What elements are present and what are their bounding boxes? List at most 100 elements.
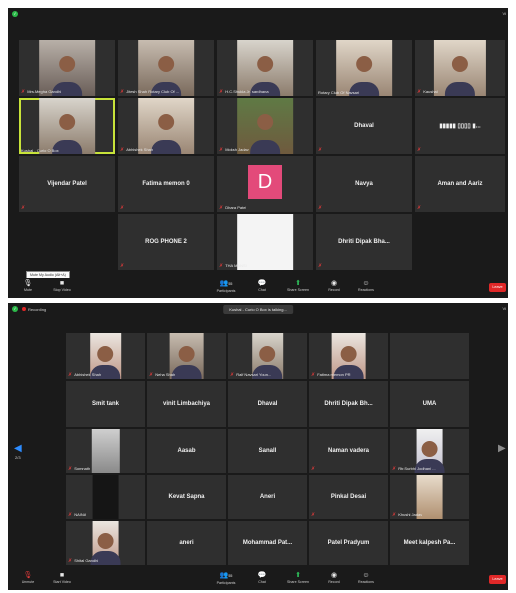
participants-button[interactable]: 👥55 Participants — [208, 279, 244, 293]
participant-name: Patel Pradyum — [327, 540, 370, 546]
unmute-button[interactable]: 🎙 Unmute — [10, 571, 46, 584]
share-screen-button[interactable]: ⬆ Share Screen — [280, 571, 316, 584]
mic-muted-icon: ✗ — [219, 263, 224, 269]
name-tile[interactable]: Kevat Sapna — [147, 475, 226, 519]
view-label: Vi — [502, 306, 506, 311]
video-tile[interactable]: ✗ Abhishek Shah — [66, 333, 145, 379]
name-tile[interactable]: Pinkal Desai ✗ — [309, 475, 388, 519]
participant-name: Dhaval — [257, 401, 278, 407]
recording-indicator[interactable]: Recording — [22, 307, 46, 312]
top-bar: ✓ Vi — [8, 8, 508, 24]
video-tile[interactable]: ✗ Jitesh Shah Rotary Club Of ... — [118, 40, 214, 96]
stop-video-button[interactable]: ■ Stop Video — [44, 279, 80, 292]
name-tile[interactable]: Fatima memon 0 ✗ — [118, 156, 214, 212]
participant-name: Dhriti Dipak Bh... — [324, 401, 373, 407]
mic-muted-icon: ✗ — [318, 205, 323, 211]
name-tile[interactable]: Aman and Aariz ✗ — [415, 156, 505, 212]
participant-face — [340, 345, 357, 362]
previous-page-icon[interactable]: ◀ — [14, 443, 22, 454]
name-tile[interactable]: Smit tank — [66, 381, 145, 427]
participants-icon: 👥55 — [219, 280, 233, 287]
video-tile[interactable]: Rotary Club Of Navsari — [316, 40, 412, 96]
participant-name: Navya — [355, 181, 373, 187]
participant-name-label: ✗ — [318, 263, 324, 269]
leave-button[interactable]: Leave — [489, 283, 506, 292]
start-video-button[interactable]: ■ Start Video — [44, 571, 80, 584]
share-screen-button[interactable]: ⬆ Share Screen — [280, 279, 316, 292]
participant-name: ROG PHONE 2 — [145, 239, 187, 245]
participant-face — [256, 113, 273, 130]
participant-name: Naman vadera — [327, 448, 370, 454]
video-tile[interactable]: ✗ Kaushal — [415, 40, 505, 96]
zoom-screenshot-2: ✓ Recording Kushal - Curio O Box is talk… — [8, 303, 508, 590]
name-tile[interactable]: Meet kalpesh Pa... — [390, 521, 469, 565]
name-tile[interactable]: Vijendar Patel ✗ — [19, 156, 115, 212]
name-tile[interactable]: Navya ✗ — [316, 156, 412, 212]
mic-muted-icon: ✗ — [311, 372, 316, 378]
participant-name-label: ✗ THA MANSI — [219, 263, 247, 269]
security-shield-icon[interactable]: ✓ — [12, 11, 18, 17]
participant-name-label: ✗ Moksh Jadav — [219, 147, 249, 153]
participant-name: Dhriti Dipak Bha... — [338, 239, 390, 245]
name-tile[interactable]: Dhaval — [228, 381, 307, 427]
video-tile[interactable]: ✗ Mrs.Megha Gandhi — [19, 40, 115, 96]
name-tile[interactable]: UMA — [390, 381, 469, 427]
video-tile[interactable]: ✗ NAINA — [66, 475, 145, 519]
name-tile[interactable]: vinit Limbachiya — [147, 381, 226, 427]
video-tile[interactable]: ✗ Somnath — [66, 429, 145, 473]
video-tile[interactable]: ✗ Moksh Jadav — [217, 98, 313, 154]
participant-name: Mohammad Pat... — [242, 540, 293, 546]
mic-muted-icon: ✗ — [120, 263, 125, 269]
record-button[interactable]: ◉ Record — [316, 279, 352, 292]
reactions-button[interactable]: ☺ Reactions — [348, 279, 384, 292]
chat-button[interactable]: 💬 Chat — [244, 571, 280, 584]
leave-button[interactable]: Leave — [489, 575, 506, 584]
name-tile[interactable]: aneri — [147, 521, 226, 565]
name-tile[interactable]: ▮▮▮▮▮ ▯▯▯▯ ▮... ✗ — [415, 98, 505, 154]
name-tile[interactable]: ROG PHONE 2 ✗ — [118, 214, 214, 270]
participants-button[interactable]: 👥55 Participants — [208, 571, 244, 585]
participant-face — [259, 345, 276, 362]
video-tile[interactable]: ✗ Khushi Jadav — [390, 475, 469, 519]
camera-icon: ■ — [59, 280, 65, 287]
participant-name-label: ✗ — [311, 466, 317, 472]
chat-button[interactable]: 💬 Chat — [244, 279, 280, 292]
name-tile[interactable]: Dhriti Dipak Bh... — [309, 381, 388, 427]
view-button[interactable]: Vi — [503, 306, 506, 311]
participants-icon: 👥55 — [219, 572, 233, 579]
video-tile[interactable]: ✗ Rtr.Surbhi Jodhani ... — [390, 429, 469, 473]
participant-name-label: ✗ — [417, 147, 423, 153]
mic-muted-icon: ✗ — [417, 147, 422, 153]
name-tile[interactable]: Dhriti Dipak Bha... ✗ — [316, 214, 412, 270]
empty-tile[interactable] — [390, 333, 469, 379]
video-tile[interactable]: ✗ THA MANSI — [217, 214, 313, 270]
video-tile[interactable]: ✗ Fatima memon PR — [309, 333, 388, 379]
participant-name-label: ✗ Jitesh Shah Rotary Club Of ... — [120, 89, 180, 95]
participant-name: Dhaval — [354, 123, 374, 129]
video-tile[interactable]: ✗ Neha Shah — [147, 333, 226, 379]
name-tile[interactable]: Mohammad Pat... — [228, 521, 307, 565]
name-tile[interactable]: Aneri — [228, 475, 307, 519]
participant-name-label: Rotary Club Of Navsari — [318, 90, 360, 95]
name-tile[interactable]: Patel Pradyum — [309, 521, 388, 565]
name-tile[interactable]: Dhaval ✗ — [316, 98, 412, 154]
mute-button[interactable]: 🎙 Mute — [10, 279, 46, 292]
video-tile[interactable]: ✗ Shital Gandhi — [66, 521, 145, 565]
video-tile[interactable]: ✗ Abhishek Shah — [118, 98, 214, 154]
active-speaker-tile[interactable]: Kushal - Curio O Box — [19, 98, 115, 154]
participant-name: UMA — [422, 401, 437, 407]
video-tile[interactable]: ✗ H.C.Shukla Jr. sardhana — [217, 40, 313, 96]
participant-name: vinit Limbachiya — [162, 401, 210, 407]
name-tile[interactable]: Naman vadera ✗ — [309, 429, 388, 473]
next-page-icon[interactable]: ▶ — [498, 443, 506, 454]
avatar-tile[interactable]: D ✗ Dhara Patel — [217, 156, 313, 212]
security-shield-icon[interactable]: ✓ — [12, 306, 18, 312]
name-tile[interactable]: Aasab — [147, 429, 226, 473]
record-button[interactable]: ◉ Record — [316, 571, 352, 584]
reactions-button[interactable]: ☺ Reactions — [348, 571, 384, 584]
view-button[interactable]: Vi — [503, 11, 506, 16]
participant-video — [39, 40, 95, 96]
name-tile[interactable]: Sanall — [228, 429, 307, 473]
microphone-icon: 🎙 — [23, 280, 33, 287]
video-tile[interactable]: ✗ Ralf Navsari Youn... — [228, 333, 307, 379]
